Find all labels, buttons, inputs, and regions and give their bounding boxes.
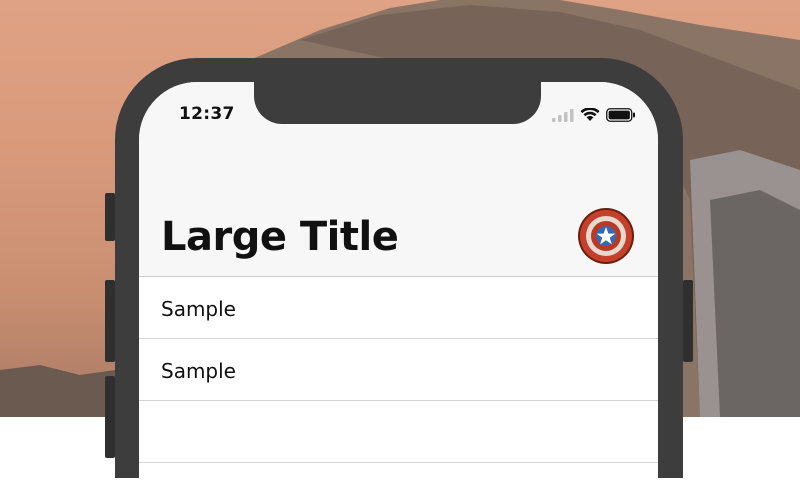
phone-notch xyxy=(254,82,541,124)
list: Sample Sample xyxy=(139,277,658,463)
status-time: 12:37 xyxy=(179,104,235,124)
list-item[interactable]: Sample xyxy=(139,277,658,339)
silent-switch xyxy=(105,193,115,241)
list-item[interactable] xyxy=(139,401,658,463)
cellular-signal-icon xyxy=(552,108,574,122)
list-item[interactable]: Sample xyxy=(139,339,658,401)
wifi-icon xyxy=(580,108,600,121)
shield-avatar-icon xyxy=(578,208,634,264)
large-title: Large Title xyxy=(161,214,399,260)
volume-up-button xyxy=(105,280,115,362)
power-button xyxy=(683,280,693,362)
avatar[interactable] xyxy=(577,207,635,265)
volume-down-button xyxy=(105,376,115,458)
phone-frame: Large Title 12:37 Sample Sample xyxy=(105,58,693,482)
list-item-label: Sample xyxy=(161,359,236,383)
battery-icon xyxy=(606,108,635,122)
phone-screen: Large Title 12:37 Sample Sample xyxy=(139,82,658,482)
status-icons xyxy=(552,108,636,122)
list-item-label: Sample xyxy=(161,297,236,321)
